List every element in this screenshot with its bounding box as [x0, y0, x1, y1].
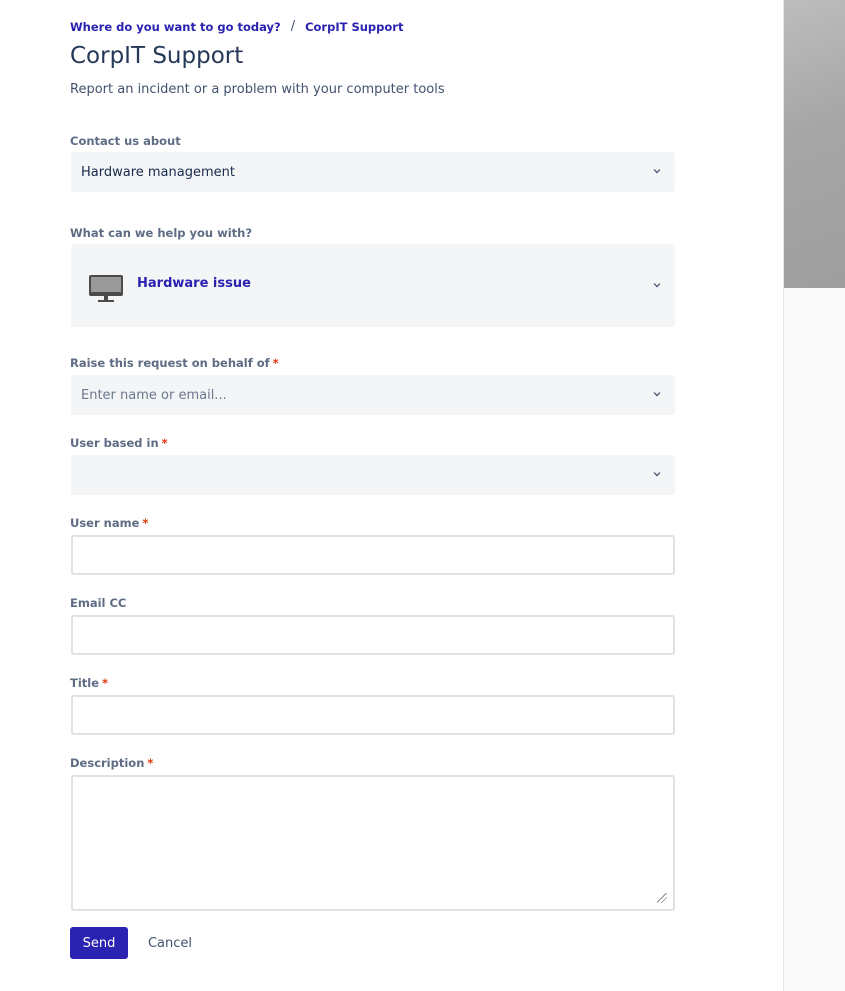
main-content: Where do you want to go today? / CorpIT … — [0, 0, 783, 991]
side-background-image — [784, 0, 845, 288]
breadcrumb-home-link[interactable]: Where do you want to go today? — [70, 20, 281, 34]
on-behalf-placeholder: Enter name or email... — [81, 387, 227, 403]
on-behalf-label-text: Raise this request on behalf of — [70, 356, 270, 370]
chevron-down-icon — [653, 389, 661, 397]
based-in-label: User based in * — [70, 436, 168, 450]
resize-handle-icon[interactable] — [657, 893, 667, 903]
email-cc-label: Email CC — [70, 596, 126, 610]
user-name-label: User name * — [70, 516, 148, 530]
chevron-down-icon — [653, 166, 661, 174]
cancel-button[interactable]: Cancel — [140, 927, 200, 959]
request-type-select[interactable]: Hardware issue — [71, 244, 675, 327]
title-label-text: Title — [70, 676, 100, 690]
breadcrumb-separator: / — [290, 19, 296, 34]
required-asterisk: * — [161, 436, 168, 450]
help-with-label-text: What can we help you with? — [70, 226, 253, 240]
on-behalf-label: Raise this request on behalf of * — [70, 356, 279, 370]
email-cc-input[interactable] — [71, 615, 675, 655]
description-textarea[interactable] — [71, 775, 675, 911]
description-label: Description * — [70, 756, 153, 770]
contact-about-select[interactable]: Hardware management — [71, 152, 675, 192]
required-asterisk: * — [272, 356, 279, 370]
page-subtitle: Report an incident or a problem with you… — [70, 82, 445, 97]
on-behalf-select[interactable]: Enter name or email... — [71, 375, 675, 415]
required-asterisk: * — [142, 516, 149, 530]
contact-about-label: Contact us about — [70, 134, 181, 148]
request-type-value: Hardware issue — [137, 276, 251, 291]
chevron-down-icon — [653, 280, 661, 287]
help-with-label: What can we help you with? — [70, 226, 252, 240]
based-in-select[interactable] — [71, 455, 675, 495]
required-asterisk: * — [147, 756, 154, 770]
title-input[interactable] — [71, 695, 675, 735]
description-label-text: Description — [70, 756, 145, 770]
email-cc-label-text: Email CC — [70, 596, 127, 610]
based-in-label-text: User based in — [70, 436, 159, 450]
contact-about-label-text: Contact us about — [70, 134, 181, 148]
contact-about-value: Hardware management — [81, 164, 235, 180]
breadcrumb-current-link[interactable]: CorpIT Support — [305, 20, 403, 34]
breadcrumb: Where do you want to go today? / CorpIT … — [70, 19, 403, 34]
title-label: Title * — [70, 676, 108, 690]
monitor-icon — [89, 275, 123, 302]
user-name-input[interactable] — [71, 535, 675, 575]
page-title: CorpIT Support — [70, 43, 244, 69]
chevron-down-icon — [653, 469, 661, 477]
send-button[interactable]: Send — [70, 927, 128, 959]
user-name-label-text: User name — [70, 516, 140, 530]
required-asterisk: * — [102, 676, 109, 690]
